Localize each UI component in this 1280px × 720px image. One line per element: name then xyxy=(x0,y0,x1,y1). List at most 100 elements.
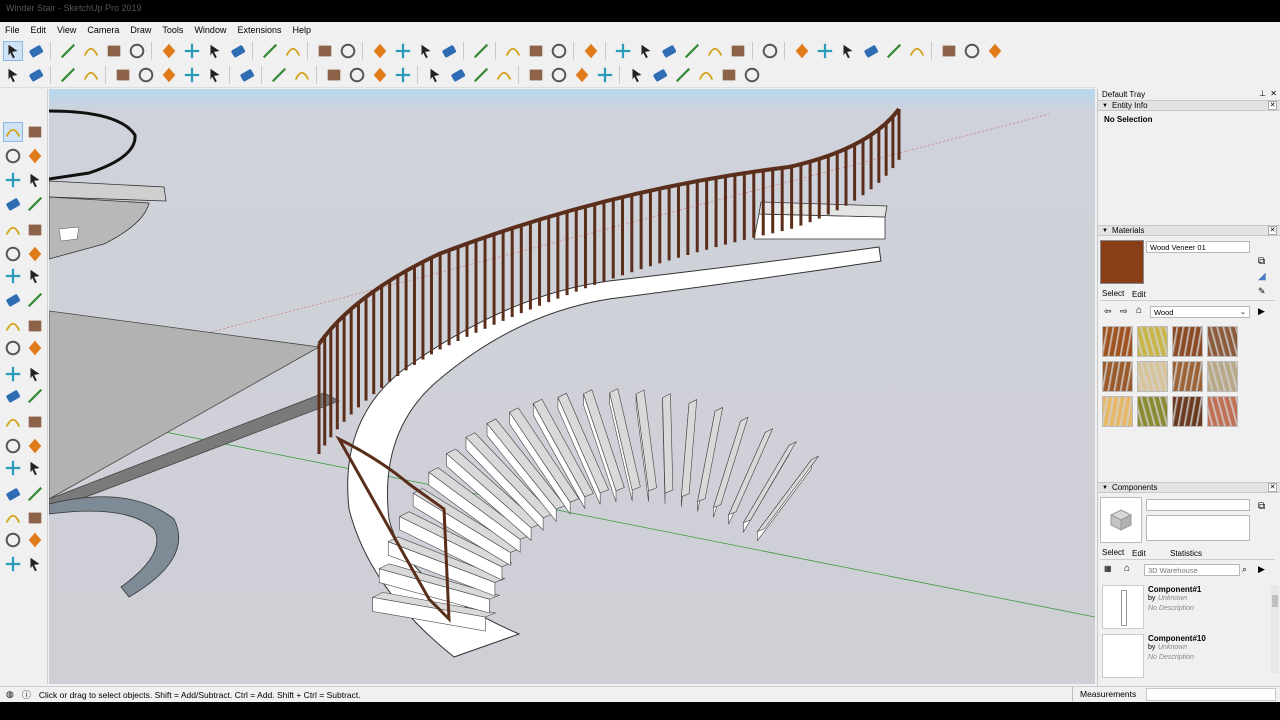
collapse-icon[interactable]: ▼ xyxy=(1102,103,1108,109)
back-icon[interactable]: ⇦ xyxy=(1104,306,1112,317)
look-around-icon[interactable] xyxy=(269,65,289,85)
left-select-icon[interactable] xyxy=(3,122,23,142)
left-orbit-icon[interactable] xyxy=(3,436,23,456)
left-two-point-arc-icon[interactable] xyxy=(25,266,45,286)
rectangle-icon[interactable] xyxy=(104,41,124,61)
tab-edit[interactable]: Edit xyxy=(1132,549,1146,558)
left-scale-icon[interactable] xyxy=(3,338,23,358)
paint-bucket-icon[interactable] xyxy=(338,41,358,61)
styles-settings-icon[interactable] xyxy=(26,65,46,85)
components-header[interactable]: ▼ Components ✕ xyxy=(1098,482,1280,493)
move-z-icon[interactable] xyxy=(58,65,78,85)
details-arrow-icon[interactable]: ▶ xyxy=(1258,306,1265,317)
right-view-icon[interactable] xyxy=(682,41,702,61)
create-component-icon[interactable]: ⧉ xyxy=(1258,501,1265,512)
left-section-fill-icon[interactable] xyxy=(25,554,45,574)
menu-extensions[interactable]: Extensions xyxy=(232,25,287,35)
axes-icon[interactable] xyxy=(907,41,927,61)
left-position-camera-icon[interactable] xyxy=(3,508,23,528)
material-swatch[interactable] xyxy=(1137,396,1168,427)
left-circle-icon[interactable] xyxy=(3,220,23,240)
left-tape-measure-icon[interactable] xyxy=(3,364,23,384)
georeference-icon[interactable]: ◍ xyxy=(6,689,14,700)
xray-icon[interactable] xyxy=(792,41,812,61)
left-look-around-icon[interactable] xyxy=(25,508,45,528)
top-view-icon[interactable] xyxy=(636,41,656,61)
send-to-layout-icon[interactable] xyxy=(526,65,546,85)
flip-edge-icon[interactable] xyxy=(393,65,413,85)
iso-view-icon[interactable] xyxy=(613,41,633,61)
photo-match-icon[interactable] xyxy=(595,65,615,85)
zoom-icon[interactable] xyxy=(416,41,436,61)
material-swatch[interactable] xyxy=(1137,361,1168,392)
left-view-icon[interactable] xyxy=(728,41,748,61)
component-description-field[interactable] xyxy=(1146,515,1250,541)
left-axes-icon[interactable] xyxy=(3,412,23,432)
tab-select[interactable]: Select xyxy=(1102,289,1124,298)
close-panel-icon[interactable]: ✕ xyxy=(1268,226,1277,235)
menu-view[interactable]: View xyxy=(52,25,82,35)
rotate-icon[interactable] xyxy=(205,41,225,61)
material-swatch[interactable] xyxy=(1102,361,1133,392)
add-location-icon[interactable] xyxy=(581,41,601,61)
material-swatch[interactable] xyxy=(1137,326,1168,357)
wireframe-icon[interactable] xyxy=(838,41,858,61)
arc-icon[interactable] xyxy=(81,41,101,61)
menu-tools[interactable]: Tools xyxy=(157,25,189,35)
solid-split-icon[interactable] xyxy=(182,65,202,85)
back-edges-icon[interactable] xyxy=(815,41,835,61)
details-arrow-icon[interactable]: ▶ xyxy=(1258,564,1265,575)
left-offset-icon[interactable] xyxy=(25,338,45,358)
close-panel-icon[interactable]: ✕ xyxy=(1268,483,1277,492)
left-component-icon[interactable] xyxy=(25,122,45,142)
entity-info-header[interactable]: ▼ Entity Info ✕ xyxy=(1098,100,1280,111)
left-pan-icon[interactable] xyxy=(25,436,45,456)
material-swatch[interactable] xyxy=(1102,396,1133,427)
component-name-field[interactable] xyxy=(1146,499,1250,511)
chevron-down-icon[interactable]: ⌄ xyxy=(1240,308,1246,316)
material-name-field[interactable]: Wood Veneer 01 xyxy=(1146,241,1250,253)
create-material-icon[interactable]: ⧉ xyxy=(1258,256,1265,267)
menu-help[interactable]: Help xyxy=(287,25,317,35)
texture-icon[interactable] xyxy=(627,65,647,85)
left-eraser-icon[interactable] xyxy=(25,146,45,166)
tape-measure-icon[interactable] xyxy=(283,41,303,61)
collapse-icon[interactable]: ▼ xyxy=(1102,485,1108,491)
sandbox-icon[interactable] xyxy=(292,65,312,85)
front-view-icon[interactable] xyxy=(659,41,679,61)
forward-icon[interactable]: ⇨ xyxy=(1120,306,1128,317)
eraser-icon[interactable] xyxy=(26,41,46,61)
push-pull-icon[interactable] xyxy=(127,41,147,61)
intersect-icon[interactable] xyxy=(719,65,739,85)
scale-icon[interactable] xyxy=(228,41,248,61)
home-icon[interactable]: ⌂ xyxy=(1124,563,1130,574)
move-icon[interactable] xyxy=(182,41,202,61)
material-swatch[interactable] xyxy=(1172,326,1203,357)
left-follow-me-icon[interactable] xyxy=(25,316,45,336)
left-three-point-arc-icon[interactable] xyxy=(3,266,23,286)
hidden-line-icon[interactable] xyxy=(861,41,881,61)
align-icon[interactable] xyxy=(205,65,225,85)
styles-builder-icon[interactable] xyxy=(494,65,514,85)
material-swatch[interactable] xyxy=(1172,361,1203,392)
left-walk-icon[interactable] xyxy=(3,530,23,550)
offset-icon[interactable] xyxy=(260,41,280,61)
add-detail-icon[interactable] xyxy=(370,65,390,85)
left-text-icon[interactable] xyxy=(25,386,45,406)
section-cut-icon[interactable] xyxy=(939,41,959,61)
smoove-icon[interactable] xyxy=(324,65,344,85)
tab-edit[interactable]: Edit xyxy=(1132,290,1146,299)
select-icon[interactable] xyxy=(3,40,23,61)
menu-edit[interactable]: Edit xyxy=(26,25,53,35)
zoom-extents-icon[interactable] xyxy=(439,41,459,61)
list-item[interactable]: Component#10 by Unknown No Description xyxy=(1102,634,1272,680)
material-swatch[interactable] xyxy=(1207,396,1238,427)
solid-trim-icon[interactable] xyxy=(159,65,179,85)
info-icon[interactable] xyxy=(572,65,592,85)
export-icon[interactable] xyxy=(549,65,569,85)
shaded-icon[interactable] xyxy=(884,41,904,61)
monochrome-icon[interactable] xyxy=(962,41,982,61)
view-options-icon[interactable]: ▦ xyxy=(1104,564,1112,573)
tab-select[interactable]: Select xyxy=(1102,548,1124,557)
left-line-icon[interactable] xyxy=(3,170,23,190)
